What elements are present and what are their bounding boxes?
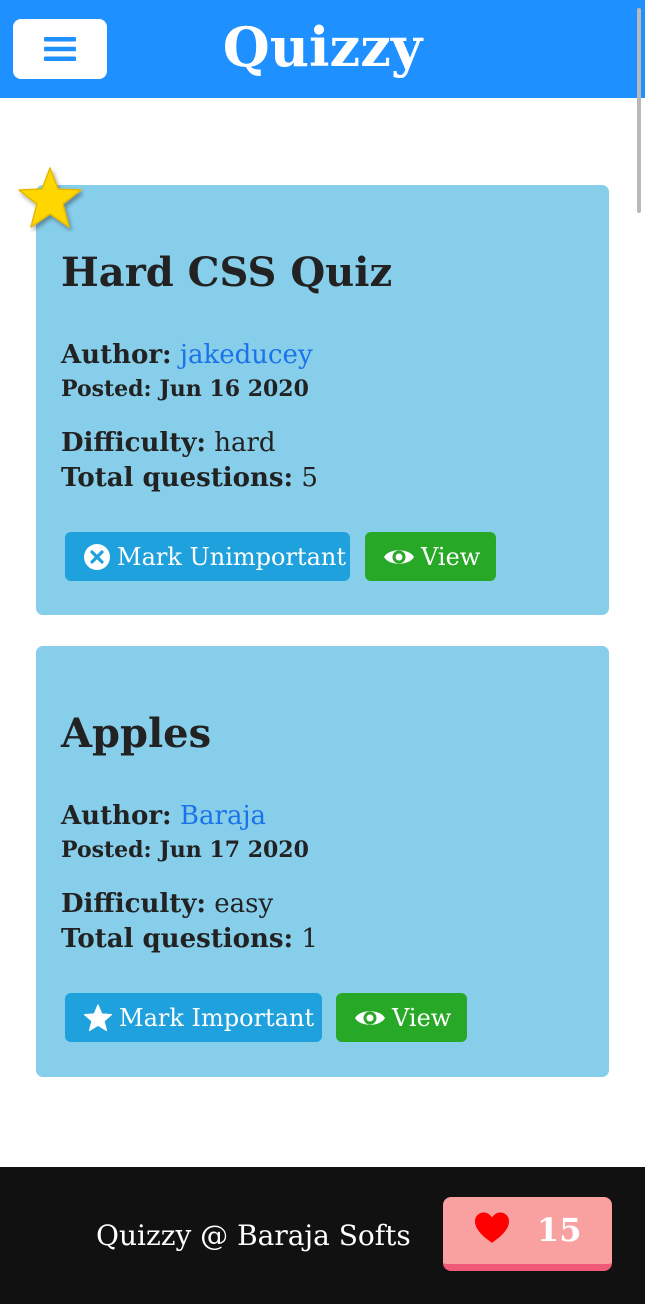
posted-row: Posted: Jun 17 2020 — [61, 835, 309, 865]
like-count: 15 — [537, 1211, 582, 1249]
eye-icon — [383, 545, 415, 569]
mark-button-label: Mark Unimportant — [117, 542, 346, 571]
quiz-title: Hard CSS Quiz — [61, 249, 393, 296]
heart-icon — [475, 1212, 509, 1243]
view-button-label: View — [392, 1003, 452, 1032]
quiz-card: Apples Author: Baraja Posted: Jun 17 202… — [36, 646, 609, 1077]
quiz-card: Hard CSS Quiz Author: jakeducey Posted: … — [36, 185, 609, 615]
difficulty-label: Difficulty: — [61, 428, 206, 458]
total-questions-value: 5 — [301, 463, 318, 493]
author-label: Author: — [61, 340, 172, 370]
mark-button-label: Mark Important — [119, 1003, 315, 1032]
view-button-label: View — [421, 542, 481, 571]
posted-date: Jun 16 2020 — [159, 376, 309, 402]
mark-important-button[interactable]: Mark Important — [65, 993, 322, 1042]
posted-label: Posted: — [61, 837, 152, 863]
app-title: Quizzy — [222, 15, 423, 79]
author-label: Author: — [61, 801, 172, 831]
view-button[interactable]: View — [336, 993, 467, 1042]
difficulty-value: easy — [214, 889, 274, 919]
star-icon — [18, 167, 82, 228]
total-questions-row: Total questions: 1 — [61, 922, 318, 956]
posted-label: Posted: — [61, 376, 152, 402]
difficulty-label: Difficulty: — [61, 889, 206, 919]
star-icon — [83, 1003, 113, 1032]
posted-date: Jun 17 2020 — [159, 837, 309, 863]
difficulty-row: Difficulty: easy — [61, 887, 273, 921]
footer: Quizzy @ Baraja Softs 15 — [0, 1167, 645, 1304]
footer-text: Quizzy @ Baraja Softs — [96, 1219, 411, 1252]
scrollbar[interactable] — [637, 8, 641, 213]
total-questions-label: Total questions: — [61, 463, 294, 493]
total-questions-row: Total questions: 5 — [61, 461, 318, 495]
like-button[interactable]: 15 — [443, 1197, 612, 1271]
difficulty-row: Difficulty: hard — [61, 426, 276, 460]
difficulty-value: hard — [214, 428, 276, 458]
author-row: Author: Baraja — [61, 799, 266, 833]
total-questions-value: 1 — [301, 924, 318, 954]
total-questions-label: Total questions: — [61, 924, 294, 954]
scrollbar-thumb[interactable] — [637, 8, 641, 213]
view-button[interactable]: View — [365, 532, 496, 581]
posted-row: Posted: Jun 16 2020 — [61, 374, 309, 404]
author-link[interactable]: Baraja — [180, 801, 266, 831]
app-header: Quizzy — [0, 0, 645, 98]
author-row: Author: jakeducey — [61, 338, 313, 372]
close-circle-icon — [83, 543, 111, 571]
eye-icon — [354, 1006, 386, 1030]
author-link[interactable]: jakeducey — [180, 340, 313, 370]
mark-unimportant-button[interactable]: Mark Unimportant — [65, 532, 350, 581]
quiz-title: Apples — [61, 710, 212, 757]
